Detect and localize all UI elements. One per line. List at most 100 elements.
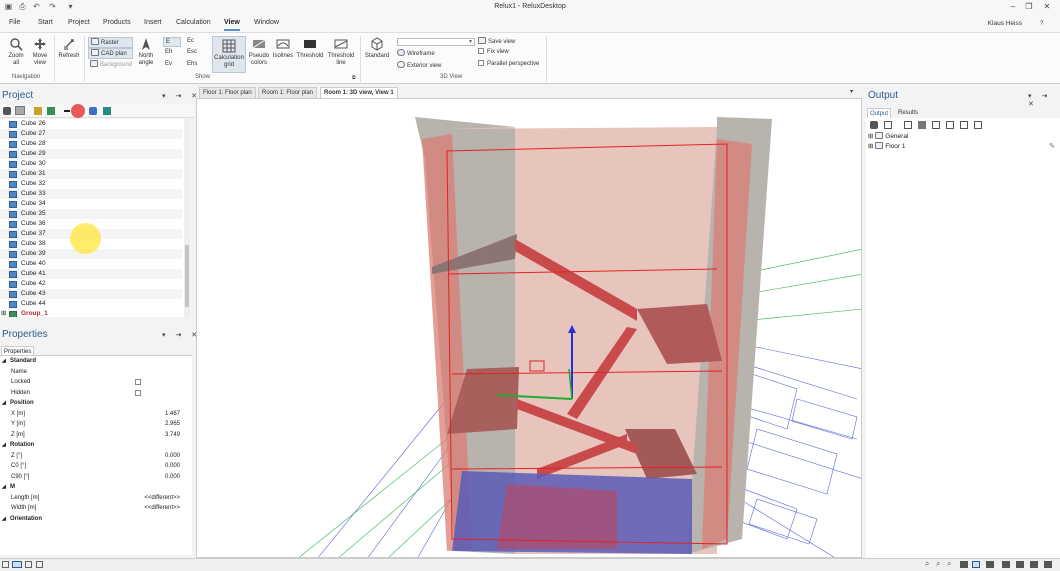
collapse-icon[interactable]: ◢ (2, 356, 6, 366)
tree-item[interactable]: Cube 31 (0, 169, 182, 179)
tree-item[interactable]: Cube 43 (0, 289, 182, 299)
tree-item[interactable]: Cube 32 (0, 179, 182, 189)
output-tree-item-general[interactable]: ⊞ General (868, 132, 908, 142)
menu-project[interactable]: Project (68, 19, 90, 26)
property-section[interactable]: ◢ Position (0, 398, 190, 408)
dialog-launcher-icon[interactable]: ⧉ (352, 74, 356, 82)
expand-icon[interactable]: ⊞ (868, 143, 873, 150)
property-value[interactable]: <<different>> (144, 503, 180, 513)
view-mode-icon[interactable] (1044, 561, 1052, 568)
property-section[interactable]: ◢ M (0, 482, 190, 492)
expand-icon[interactable]: ⊞ (1, 309, 6, 317)
zoom-out-icon[interactable]: ⌕ (947, 559, 951, 569)
output-tool-icon[interactable] (932, 121, 940, 129)
property-value[interactable]: 0.000 (165, 472, 180, 482)
save-view-button[interactable]: Save view (478, 37, 515, 46)
eh-toggle[interactable]: Eh (163, 48, 174, 56)
refresh-button[interactable]: Refresh (57, 37, 81, 60)
menu-calculation[interactable]: Calculation (176, 19, 211, 26)
property-section[interactable]: ◢ Standard (0, 356, 190, 366)
tree-tool-icon[interactable] (3, 107, 11, 115)
help-icon[interactable]: ? (1040, 20, 1043, 28)
move-view-button[interactable]: Move view (29, 37, 51, 67)
property-checkbox[interactable] (135, 379, 141, 385)
tab-room-floor-plan[interactable]: Room 1: Floor plan (258, 87, 318, 98)
fix-view-checkbox[interactable]: Fix view (478, 48, 509, 56)
menu-start[interactable]: Start (38, 19, 53, 26)
property-value[interactable]: 2.965 (165, 419, 180, 429)
room-tool-icon[interactable] (15, 106, 25, 115)
output-tool-icon[interactable] (884, 121, 892, 129)
background-toggle[interactable]: Background (88, 60, 134, 69)
wireframe-toggle[interactable]: Wireframe (397, 49, 435, 58)
pseudo-colors-button[interactable]: Pseudo colors (248, 37, 270, 67)
e-toggle[interactable]: E (163, 37, 181, 47)
cad-plan-toggle[interactable]: CAD plan (88, 48, 133, 59)
property-value[interactable]: <<different>> (144, 493, 180, 503)
tree-item[interactable]: Cube 30 (0, 159, 182, 169)
ehs-toggle[interactable]: Ehs (185, 60, 199, 68)
property-value[interactable]: 0.000 (165, 461, 180, 471)
property-row[interactable]: Hidden (0, 387, 190, 398)
property-section[interactable]: ◢ Orientation (0, 514, 190, 524)
expand-icon[interactable]: ⊞ (868, 133, 873, 140)
zoom-in-icon[interactable]: ⌕ (936, 559, 940, 569)
tree-item[interactable]: Cube 33 (0, 189, 182, 199)
calculation-grid-button[interactable]: Calculation grid (212, 36, 246, 73)
menu-view[interactable]: View (224, 19, 240, 31)
standard-view-button[interactable]: Standard (363, 37, 391, 60)
property-row[interactable]: Y [m] 2.965 (0, 419, 190, 429)
line-tool-icon[interactable] (64, 110, 70, 112)
property-row[interactable]: Z [m] 3.749 (0, 429, 190, 440)
view-mode-icon[interactable] (1016, 561, 1024, 568)
object-tool-icon[interactable] (47, 107, 55, 115)
export-tool-icon[interactable] (103, 107, 111, 115)
project-scrollbar[interactable] (184, 119, 190, 317)
property-row[interactable]: X [m] 1.467 (0, 408, 190, 419)
output-tool-icon[interactable] (974, 121, 982, 129)
output-tool-icon[interactable] (946, 121, 954, 129)
tab-list-chevron-icon[interactable]: ▾ (850, 88, 853, 96)
layout-icon[interactable] (36, 561, 43, 568)
tree-item[interactable]: Cube 27 (0, 129, 182, 139)
cube-tool-icon[interactable] (71, 104, 85, 118)
output-tool-icon[interactable] (870, 121, 878, 129)
property-row[interactable]: Width [m] <<different>> (0, 503, 190, 513)
menu-insert[interactable]: Insert (144, 19, 162, 26)
parallel-perspective-checkbox[interactable]: Parallel perspective (478, 60, 539, 68)
exterior-view-toggle[interactable]: Exterior view (397, 61, 441, 70)
edit-icon[interactable]: ✎ (1049, 142, 1055, 150)
property-row[interactable]: C90 [°] 0.000 (0, 471, 190, 482)
ec-toggle[interactable]: Ec (185, 37, 196, 45)
tab-floor-plan[interactable]: Floor 1: Floor plan (199, 87, 256, 98)
layout-active-icon[interactable] (12, 561, 22, 568)
tree-item[interactable]: Cube 29 (0, 149, 182, 159)
output-tool-icon[interactable] (960, 121, 968, 129)
threshold-line-button[interactable]: Threshold line (326, 37, 356, 67)
3d-viewport[interactable] (196, 98, 862, 558)
minimize-icon[interactable]: – (1006, 1, 1020, 13)
zoom-all-button[interactable]: Zoom all (5, 37, 27, 67)
output-tool-icon[interactable] (904, 121, 912, 129)
collapse-icon[interactable]: ◢ (2, 482, 6, 492)
property-value[interactable]: 0.000 (165, 451, 180, 461)
north-angle-button[interactable]: North angle (135, 37, 157, 67)
tree-item[interactable]: Cube 26 (0, 119, 182, 129)
zoom-icon[interactable]: ⌕ (925, 559, 929, 569)
tab-output[interactable]: Output (867, 108, 892, 118)
property-row[interactable]: Locked (0, 377, 190, 387)
user-name[interactable]: Klaus Heiss (988, 20, 1022, 27)
property-section[interactable]: ◢ Rotation (0, 440, 190, 450)
esc-toggle[interactable]: Esc (185, 48, 199, 56)
tree-item-group[interactable]: ⊞ Group_1 (0, 309, 182, 317)
isolines-button[interactable]: Isolines (271, 37, 295, 60)
collapse-icon[interactable]: ◢ (2, 440, 6, 450)
collapse-icon[interactable]: ◢ (2, 514, 6, 524)
view-mode-active-icon[interactable] (972, 561, 980, 568)
property-checkbox[interactable] (135, 389, 141, 396)
scrollbar-thumb[interactable] (185, 245, 189, 307)
tree-item[interactable]: Cube 40 (0, 259, 182, 269)
layout-icon[interactable] (25, 561, 32, 568)
luminaire-tool-icon[interactable] (34, 107, 42, 115)
view-mode-icon[interactable] (1030, 561, 1038, 568)
